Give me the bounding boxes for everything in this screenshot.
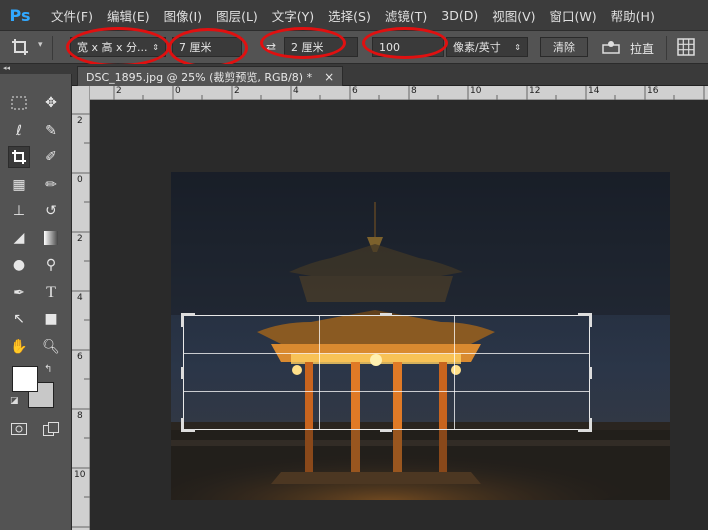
history-brush-tool-icon[interactable]: ↺ xyxy=(40,200,62,222)
crop-tool-preset-icon[interactable] xyxy=(6,33,34,61)
crop-handle-bottom-left[interactable] xyxy=(181,418,184,432)
annotation-circle-height xyxy=(260,27,346,59)
rectangle-tool-icon[interactable]: ■ xyxy=(40,308,62,330)
vertical-ruler[interactable]: 2 0 2 4 6 8 10 xyxy=(72,86,90,530)
ruler-label: 12 xyxy=(529,86,541,96)
annotation-circle-resolution xyxy=(362,27,448,59)
path-selection-tool-icon[interactable]: ↖ xyxy=(8,308,30,330)
document-tab-title: DSC_1895.jpg @ 25% (裁剪预览, RGB/8) * xyxy=(86,70,313,84)
ruler-label: 0 xyxy=(175,86,181,96)
divider xyxy=(666,36,667,60)
ruler-label: 8 xyxy=(77,411,83,421)
zoom-tool-icon[interactable]: 🔍︎ xyxy=(40,336,62,358)
crop-handle-left[interactable] xyxy=(181,367,184,379)
overlay-grid-icon[interactable] xyxy=(676,37,696,57)
foreground-color-swatch-front[interactable] xyxy=(12,366,38,392)
photoshop-logo: Ps xyxy=(9,5,31,25)
brush-tool-icon[interactable]: ✏ xyxy=(40,174,62,196)
menu-help[interactable]: 帮助(H) xyxy=(604,6,662,25)
dodge-tool-icon[interactable]: ⚲ xyxy=(40,254,62,276)
straighten-icon[interactable] xyxy=(600,39,622,57)
ruler-label: 0 xyxy=(77,175,83,185)
menu-view[interactable]: 视图(V) xyxy=(485,6,542,25)
tools-collapse-icon[interactable]: ◂◂ xyxy=(0,64,72,74)
menu-3d[interactable]: 3D(D) xyxy=(434,8,485,23)
clone-stamp-tool-icon[interactable]: ⊥ xyxy=(8,200,30,222)
preset-dropdown-arrow-icon[interactable]: ▾ xyxy=(38,40,43,50)
pen-tool-icon[interactable]: ✒ xyxy=(8,282,30,304)
ruler-label: 6 xyxy=(352,86,358,96)
menu-type[interactable]: 文字(Y) xyxy=(265,6,321,25)
unit-select-arrows-icon: ⇕ xyxy=(514,42,521,52)
resolution-unit-value: 像素/英寸 xyxy=(453,41,501,54)
menu-filter[interactable]: 滤镜(T) xyxy=(378,6,434,25)
screen-mode-icon[interactable] xyxy=(40,418,62,440)
crop-guide xyxy=(184,353,589,354)
ruler-label: 10 xyxy=(74,470,86,480)
crop-handle-bottom-right[interactable] xyxy=(589,418,592,432)
ruler-label: 2 xyxy=(77,234,83,244)
marquee-tool-icon[interactable] xyxy=(8,92,30,114)
document-tab[interactable]: DSC_1895.jpg @ 25% (裁剪预览, RGB/8) * × xyxy=(77,66,344,86)
annotation-circle-width xyxy=(168,28,248,68)
straighten-label[interactable]: 拉直 xyxy=(630,40,654,57)
menu-edit[interactable]: 编辑(E) xyxy=(100,6,157,25)
crop-guide xyxy=(184,391,589,392)
crop-handle-top[interactable] xyxy=(380,313,392,316)
resolution-unit-select[interactable]: 像素/英寸 ⇕ xyxy=(446,37,528,57)
eraser-tool-icon[interactable]: ◢ xyxy=(8,227,30,249)
menu-image[interactable]: 图像(I) xyxy=(157,6,209,25)
crop-tool-icon[interactable] xyxy=(8,146,30,168)
menu-layer[interactable]: 图层(L) xyxy=(209,6,265,25)
crop-shield-top xyxy=(171,172,670,315)
horizontal-ruler[interactable]: 2 0 2 4 6 8 10 12 14 16 xyxy=(90,86,708,100)
move-tool-icon[interactable]: ✥ xyxy=(40,92,62,114)
default-colors-icon[interactable]: ◪ xyxy=(10,396,19,406)
ruler-label: 14 xyxy=(588,86,600,96)
ruler-label: 2 xyxy=(234,86,240,96)
ruler-label: 2 xyxy=(77,116,83,126)
quick-mask-icon[interactable] xyxy=(8,418,30,440)
ruler-label: 8 xyxy=(411,86,417,96)
crop-shield-bottom xyxy=(171,430,670,500)
menu-bar: Ps 文件(F) 编辑(E) 图像(I) 图层(L) 文字(Y) 选择(S) 滤… xyxy=(0,0,708,30)
blur-tool-icon[interactable]: ● xyxy=(8,254,30,276)
ruler-label: 6 xyxy=(77,352,83,362)
crop-handle-bottom[interactable] xyxy=(380,429,392,432)
ruler-label: 2 xyxy=(116,86,122,96)
clear-label: 清除 xyxy=(553,41,575,54)
close-tab-icon[interactable]: × xyxy=(324,70,334,84)
crop-handle-top-right[interactable] xyxy=(589,313,592,327)
ruler-label: 4 xyxy=(293,86,299,96)
crop-handle-top-left[interactable] xyxy=(181,313,184,327)
ruler-label: 16 xyxy=(647,86,659,96)
crop-box[interactable] xyxy=(181,313,592,432)
divider xyxy=(52,36,53,60)
lasso-tool-icon[interactable]: ℓ xyxy=(8,120,30,142)
hand-tool-icon[interactable]: ✋ xyxy=(8,336,30,358)
type-tool-icon[interactable]: T xyxy=(40,282,62,304)
clear-button[interactable]: 清除 xyxy=(540,37,588,57)
menu-file[interactable]: 文件(F) xyxy=(44,6,100,25)
tools-panel: ◂◂ ✥ ℓ ✎ ✐ ▦ ✏ ⊥ ↺ ◢ ● ⚲ ✒ T ↖ ■ ✋ 🔍︎ ↰ … xyxy=(0,64,72,530)
document-tab-bar: DSC_1895.jpg @ 25% (裁剪预览, RGB/8) * × xyxy=(72,64,708,86)
spot-healing-tool-icon[interactable]: ▦ xyxy=(8,174,30,196)
crop-handle-right[interactable] xyxy=(589,367,592,379)
eyedropper-tool-icon[interactable]: ✐ xyxy=(40,146,62,168)
menu-select[interactable]: 选择(S) xyxy=(321,6,378,25)
menu-window[interactable]: 窗口(W) xyxy=(543,6,604,25)
ruler-label: 10 xyxy=(470,86,482,96)
quick-select-tool-icon[interactable]: ✎ xyxy=(40,120,62,142)
ruler-label: 4 xyxy=(77,293,83,303)
crop-guide xyxy=(454,316,455,429)
swap-colors-icon[interactable]: ↰ xyxy=(44,364,52,375)
crop-guide xyxy=(319,316,320,429)
annotation-circle-ratio xyxy=(66,27,170,67)
gradient-tool-icon[interactable] xyxy=(40,227,62,249)
